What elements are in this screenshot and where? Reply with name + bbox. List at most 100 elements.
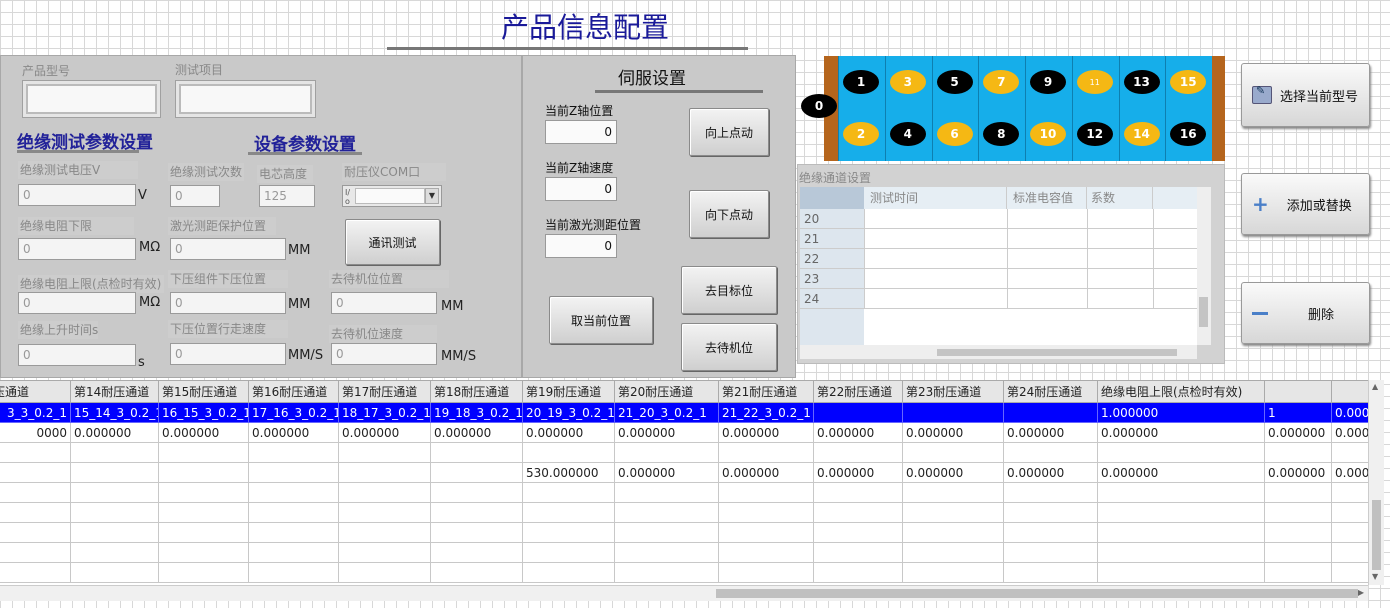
table-cell[interactable]: 0.000000 xyxy=(1097,462,1265,483)
table-cell[interactable]: 0.000000 xyxy=(718,462,814,483)
table-cell[interactable]: 0.000000 xyxy=(338,422,431,443)
table-cell[interactable]: 0.000000 xyxy=(718,422,814,443)
table-cell[interactable] xyxy=(158,562,249,583)
table-cell[interactable] xyxy=(1331,502,1368,523)
table-cell[interactable] xyxy=(522,562,615,583)
table-row[interactable]: 3_3_0.2_1 15_14_3_0.2_1 16_15_3_0.2_1 17_16… xyxy=(0,402,1368,423)
table-cell[interactable] xyxy=(248,482,339,503)
table-cell[interactable] xyxy=(248,442,339,463)
column-header[interactable]: 第22耐压通道 xyxy=(813,380,903,403)
table-cell[interactable] xyxy=(902,482,1004,503)
column-header[interactable]: 耐压通道 xyxy=(0,380,71,403)
table-cell[interactable] xyxy=(430,442,523,463)
table-cell[interactable] xyxy=(1264,542,1332,563)
table-cell[interactable] xyxy=(338,482,431,503)
channel-hscroll[interactable] xyxy=(800,345,1197,359)
column-header[interactable]: 绝缘电阻上限(点检时有效) xyxy=(1097,380,1265,403)
table-cell[interactable] xyxy=(1264,522,1332,543)
channel-row[interactable]: 24 xyxy=(800,289,1197,309)
cell-height-input[interactable]: 125 xyxy=(259,185,315,207)
table-cell[interactable] xyxy=(248,542,339,563)
table-cell[interactable]: 0.000 xyxy=(1331,402,1368,423)
goto-wait-button[interactable]: 去待机位 xyxy=(681,323,777,371)
table-cell[interactable]: 0.000000 xyxy=(70,422,159,443)
table-cell[interactable] xyxy=(902,542,1004,563)
table-cell[interactable]: 0.000000 xyxy=(1003,462,1098,483)
table-cell[interactable] xyxy=(902,502,1004,523)
table-cell[interactable] xyxy=(1331,522,1368,543)
table-cell[interactable] xyxy=(1003,402,1098,423)
press-pos-input[interactable]: 0 xyxy=(170,292,286,314)
table-cell[interactable] xyxy=(1264,502,1332,523)
table-cell[interactable]: 0.000000 xyxy=(614,462,719,483)
table-row[interactable] xyxy=(0,522,1368,543)
table-cell[interactable] xyxy=(430,562,523,583)
table-cell[interactable] xyxy=(248,462,339,483)
table-cell[interactable] xyxy=(70,442,159,463)
bottom-vscroll[interactable]: ▲ ▼ xyxy=(1368,380,1384,585)
table-cell[interactable] xyxy=(522,482,615,503)
column-header[interactable]: 第24耐压通道 xyxy=(1003,380,1098,403)
table-cell[interactable] xyxy=(1097,502,1265,523)
table-cell[interactable] xyxy=(248,522,339,543)
column-header[interactable]: 第19耐压通道 xyxy=(522,380,615,403)
table-cell[interactable] xyxy=(70,562,159,583)
chevron-down-icon[interactable]: ▼ xyxy=(425,188,439,204)
table-cell[interactable] xyxy=(614,482,719,503)
table-cell[interactable] xyxy=(902,522,1004,543)
table-cell[interactable] xyxy=(522,442,615,463)
column-header[interactable]: 第15耐压通道 xyxy=(158,380,249,403)
table-cell[interactable] xyxy=(338,442,431,463)
table-cell[interactable] xyxy=(1097,562,1265,583)
table-cell[interactable] xyxy=(0,442,71,463)
table-cell[interactable] xyxy=(1003,482,1098,503)
delete-button[interactable]: 删除 xyxy=(1241,282,1370,344)
table-cell[interactable] xyxy=(813,482,903,503)
table-cell[interactable] xyxy=(430,462,523,483)
column-header[interactable]: 第17耐压通道 xyxy=(338,380,431,403)
table-cell[interactable]: 1.000000 xyxy=(1097,402,1265,423)
table-row[interactable] xyxy=(0,482,1368,503)
table-cell[interactable]: 0.000000 xyxy=(522,422,615,443)
table-cell[interactable] xyxy=(813,542,903,563)
table-cell[interactable] xyxy=(0,482,71,503)
table-cell[interactable] xyxy=(813,402,903,423)
table-cell[interactable]: 21_20_3_0.2_1 xyxy=(614,402,719,423)
table-cell[interactable] xyxy=(1097,542,1265,563)
table-cell[interactable] xyxy=(338,562,431,583)
rise-time-input[interactable]: 0 xyxy=(18,344,136,366)
column-header[interactable] xyxy=(1264,380,1332,403)
scroll-up-icon[interactable]: ▲ xyxy=(1372,382,1378,391)
table-cell[interactable] xyxy=(614,522,719,543)
table-cell[interactable]: 3_3_0.2_1 xyxy=(0,402,71,423)
table-cell[interactable] xyxy=(430,482,523,503)
table-cell[interactable] xyxy=(902,402,1004,423)
table-row[interactable] xyxy=(0,542,1368,563)
table-cell[interactable] xyxy=(522,502,615,523)
scroll-right-icon[interactable]: ▶ xyxy=(1358,588,1364,597)
table-cell[interactable]: 0.000000 xyxy=(1003,422,1098,443)
select-model-button[interactable]: ✎ 选择当前型号 xyxy=(1241,63,1370,127)
table-cell[interactable] xyxy=(430,522,523,543)
z-pos-value[interactable]: 0 xyxy=(545,120,617,144)
com-port-select[interactable]: I/o ▼ xyxy=(342,185,442,207)
table-cell[interactable] xyxy=(158,442,249,463)
table-cell[interactable]: 0.000 xyxy=(1331,422,1368,443)
table-cell[interactable] xyxy=(718,562,814,583)
column-header[interactable]: 第21耐压通道 xyxy=(718,380,814,403)
table-cell[interactable] xyxy=(902,562,1004,583)
table-cell[interactable] xyxy=(70,462,159,483)
table-cell[interactable] xyxy=(338,502,431,523)
table-cell[interactable]: 16_15_3_0.2_1 xyxy=(158,402,249,423)
table-cell[interactable] xyxy=(1097,522,1265,543)
table-row[interactable] xyxy=(0,442,1368,463)
table-cell[interactable] xyxy=(430,542,523,563)
table-cell[interactable] xyxy=(338,522,431,543)
table-cell[interactable]: 18_17_3_0.2_1 xyxy=(338,402,431,423)
table-cell[interactable] xyxy=(1331,442,1368,463)
jog-up-button[interactable]: 向上点动 xyxy=(689,108,769,156)
channel-vscroll[interactable] xyxy=(1197,187,1211,345)
column-header[interactable]: 第20耐压通道 xyxy=(614,380,719,403)
table-cell[interactable] xyxy=(614,542,719,563)
res-low-input[interactable]: 0 xyxy=(18,238,136,260)
